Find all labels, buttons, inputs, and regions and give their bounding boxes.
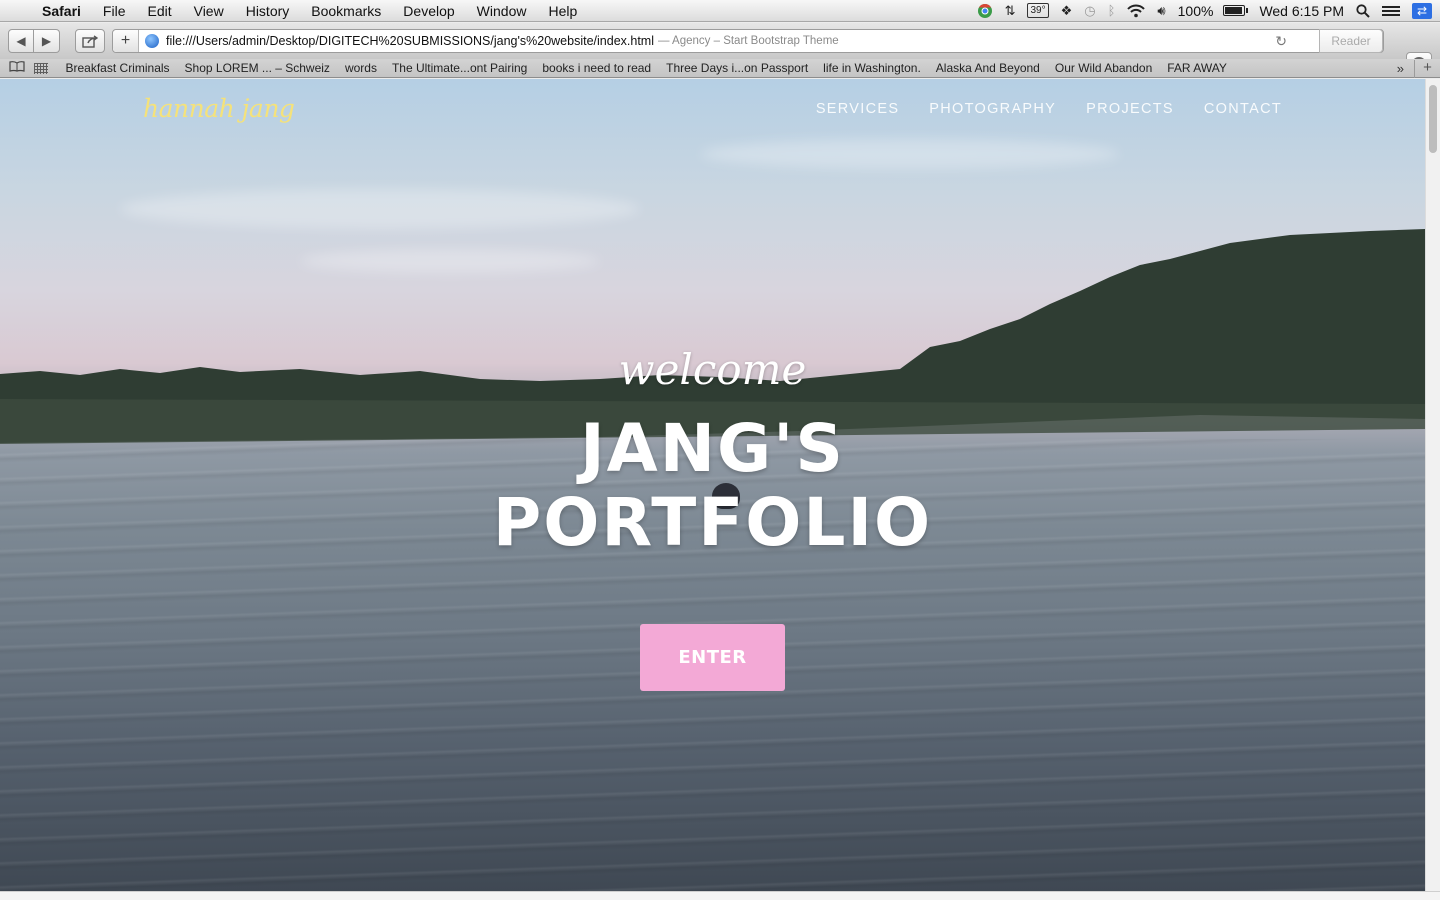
wifi-icon[interactable] [1121,0,1151,22]
menu-help[interactable]: Help [537,3,588,19]
bluetooth-icon[interactable]: ᛒ [1102,0,1122,22]
nav-link-projects[interactable]: PROJECTS [1086,101,1174,117]
sky-cloud [700,139,1120,169]
bookmark-item[interactable]: Alaska And Beyond [928,61,1047,75]
bookmark-item[interactable]: life in Washington. [816,61,929,75]
notification-center-icon[interactable]: ⇄ [1412,2,1432,19]
sky-cloud [120,189,640,229]
bookmark-item[interactable]: Breakfast Criminals [58,61,177,75]
clock[interactable]: Wed 6:15 PM [1253,3,1350,19]
bookmark-item[interactable]: Three Days i...on Passport [659,61,816,75]
back-button[interactable]: ◀ [8,29,34,53]
time-machine-icon[interactable]: ◷ [1078,0,1101,22]
reading-list-icon[interactable] [6,61,28,75]
hero-headline-line2: PORTFOLIO [492,484,933,561]
add-bookmark-button[interactable]: + [113,30,139,52]
hero-welcome: welcome [618,345,807,394]
battery-icon[interactable] [1223,5,1249,16]
transfer-icon[interactable]: ⇅ [999,0,1022,22]
reader-button[interactable]: Reader [1319,29,1383,53]
menu-develop[interactable]: Develop [392,3,465,19]
new-tab-button[interactable]: + [1414,60,1440,78]
menu-bookmarks[interactable]: Bookmarks [300,3,392,19]
history-nav: ◀ ▶ [8,29,60,53]
bookmark-item[interactable]: The Ultimate...ont Pairing [384,61,534,75]
chrome-icon[interactable] [971,0,999,22]
weather-icon[interactable]: 39° [1021,0,1054,22]
menu-window[interactable]: Window [466,3,538,19]
menu-app-name[interactable]: Safari [36,3,92,19]
bookmark-item[interactable]: Our Wild Abandon [1047,61,1159,75]
notification-list-icon[interactable] [1376,0,1406,22]
bookmark-item[interactable]: books i need to read [535,61,659,75]
scrollbar-thumb[interactable] [1429,85,1437,153]
menu-edit[interactable]: Edit [136,3,182,19]
menu-view[interactable]: View [183,3,235,19]
bookmarks-bar: Breakfast Criminals Shop LOREM ... – Sch… [0,59,1440,78]
menu-file[interactable]: File [92,3,137,19]
bookmark-item[interactable]: words [337,61,384,75]
site-logo[interactable]: hannah jang [143,94,295,123]
url-text[interactable]: file:///Users/admin/Desktop/DIGITECH%20S… [166,34,654,48]
system-menu-bar: Safari File Edit View History Bookmarks … [0,0,1440,22]
window-bottom-edge [0,891,1440,900]
bookmark-item[interactable]: FAR AWAY [1160,61,1235,75]
bookmark-item[interactable]: Shop LOREM ... – Schweiz [177,61,337,75]
nav-link-photography[interactable]: PHOTOGRAPHY [929,101,1056,117]
top-sites-icon[interactable] [34,62,48,74]
nav-link-services[interactable]: SERVICES [816,101,899,117]
enter-button[interactable]: ENTER [640,624,785,691]
volume-icon[interactable]: 🔊︎ [1151,0,1171,22]
status-tray: ⇅ 39° ❖ ◷ ᛒ 🔊︎ 100% Wed 6:15 PM ⇄ [971,0,1440,22]
menu-history[interactable]: History [235,3,301,19]
site-nav: SERVICES PHOTOGRAPHY PROJECTS CONTACT [816,101,1282,117]
address-bar[interactable]: + file:///Users/admin/Desktop/DIGITECH%2… [112,29,1384,53]
bookmarks-overflow-icon[interactable]: » [1397,59,1404,78]
hero-section: welcome JANG'S PORTFOLIO [0,345,1425,560]
battery-fill [1225,7,1243,14]
page-globe-icon [145,34,159,48]
reload-icon[interactable]: ↻ [1275,33,1287,50]
page-scrollbar[interactable] [1425,79,1440,891]
nav-link-contact[interactable]: CONTACT [1204,101,1282,117]
web-page: hannah jang SERVICES PHOTOGRAPHY PROJECT… [0,79,1425,891]
share-button[interactable] [75,29,105,53]
browser-toolbar: ◀ ▶ + file:///Users/admin/Desktop/DIGITE… [0,23,1440,76]
battery-percent: 100% [1177,2,1214,19]
spotlight-icon[interactable] [1350,0,1376,22]
dropbox-icon[interactable]: ❖ [1055,0,1079,22]
page-title: — Agency – Start Bootstrap Theme [657,35,839,47]
hero-headline-line1: JANG'S [580,410,845,487]
hero-headline: JANG'S PORTFOLIO [0,412,1425,560]
forward-button[interactable]: ▶ [34,29,60,53]
